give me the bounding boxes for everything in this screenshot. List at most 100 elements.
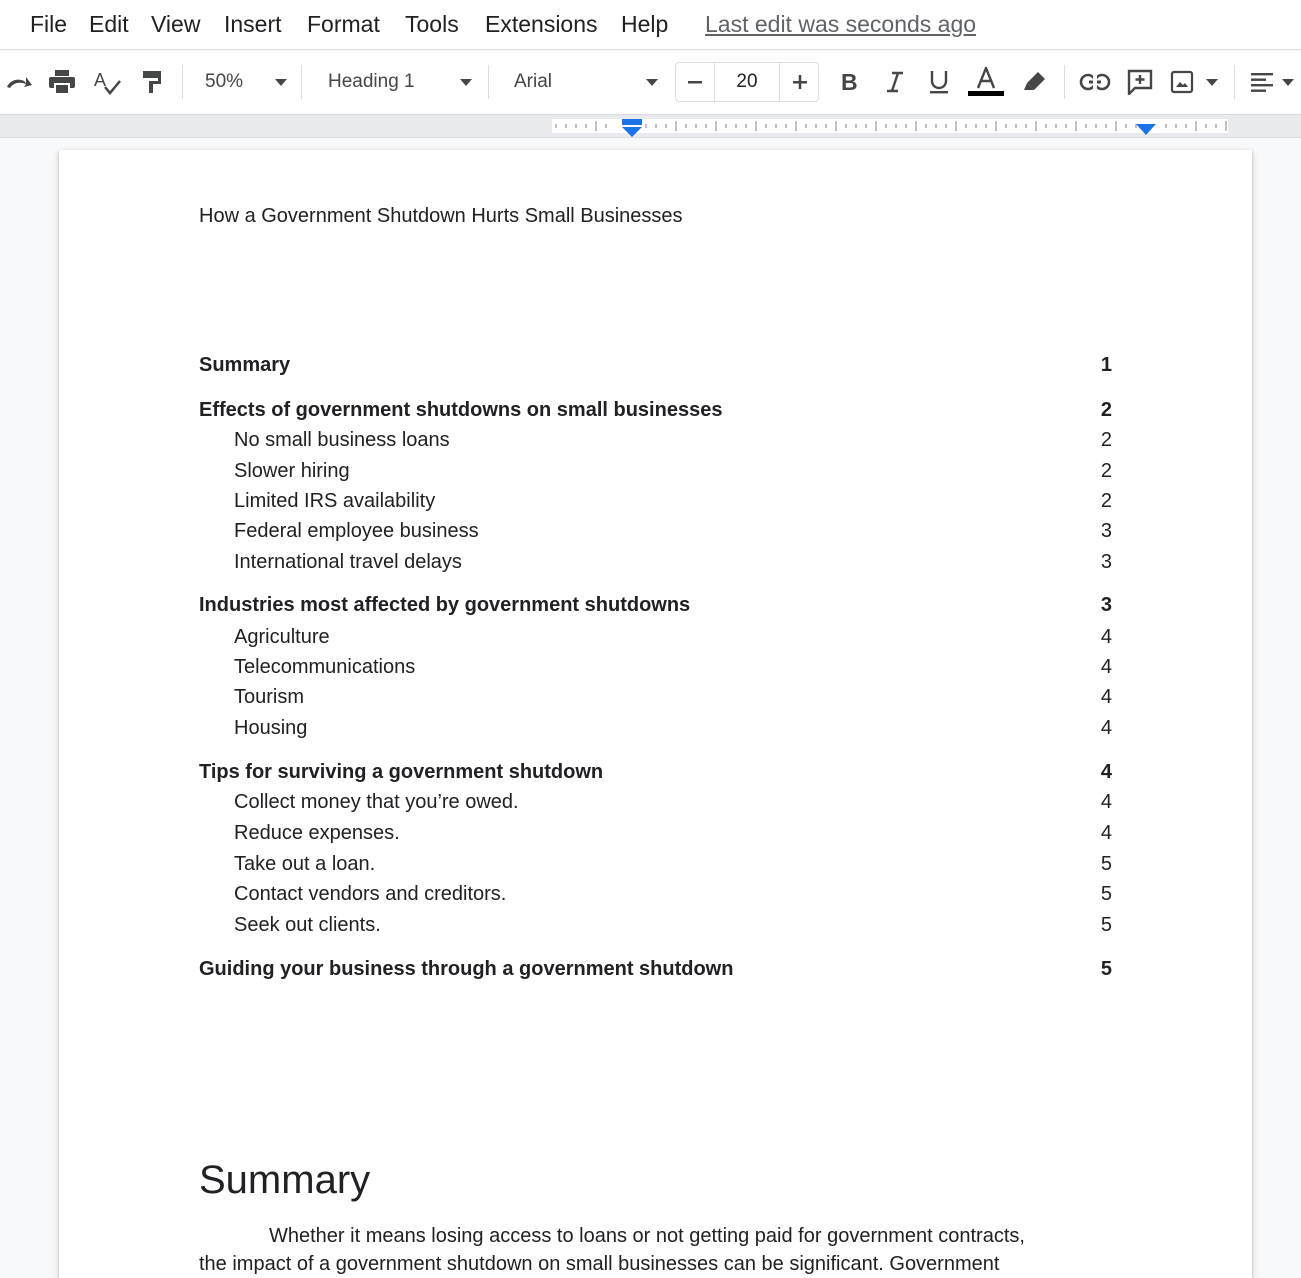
zoom-value: 50% (205, 71, 244, 92)
toc-entry[interactable]: Seek out clients. 5 (199, 912, 1112, 938)
toc-entry[interactable]: Agriculture 4 (199, 624, 1112, 650)
menu-tools[interactable]: Tools (405, 11, 459, 38)
toc-entry[interactable]: Take out a loan. 5 (199, 851, 1112, 877)
right-indent-marker[interactable] (1135, 123, 1157, 137)
toc-entry[interactable]: Reduce expenses. 4 (199, 820, 1112, 846)
print-icon (49, 70, 75, 95)
paint-format-button[interactable] (137, 63, 167, 101)
toc-entry[interactable]: Contact vendors and creditors. 5 (199, 881, 1112, 907)
body-line: Whether it means losing access to loans … (269, 1225, 1025, 1247)
menu-file[interactable]: File (30, 11, 67, 38)
body-line: the impact of a government shutdown on s… (199, 1253, 1000, 1275)
zoom-select[interactable]: 50% (195, 63, 293, 101)
menu-format[interactable]: Format (307, 11, 380, 38)
toc-entry-page: 5 (1100, 913, 1112, 936)
toolbar-separator (1234, 65, 1235, 99)
toc-entry[interactable]: Summary 1 (199, 352, 1112, 378)
toc-entry[interactable]: Industries most affected by government s… (199, 592, 1112, 618)
bold-button[interactable]: B (832, 63, 866, 101)
bold-icon: B (841, 70, 858, 94)
toc-entry[interactable]: Tips for surviving a government shutdown… (199, 759, 1112, 785)
toc-entry-title: Housing (234, 716, 308, 739)
menu-bar: File Edit View Insert Format Tools Exten… (0, 0, 1301, 50)
chevron-down-icon (275, 78, 287, 86)
font-family-select[interactable]: Arial (502, 63, 664, 101)
toc-entry[interactable]: Slower hiring 2 (199, 458, 1112, 484)
ruler-ticks (555, 121, 1227, 131)
paragraph-style-value: Heading 1 (328, 71, 415, 92)
toc-entry-title: Federal employee business (234, 519, 479, 542)
underline-button[interactable] (922, 63, 956, 101)
increase-font-size-button[interactable] (781, 63, 818, 101)
toc-entry[interactable]: Limited IRS availability 2 (199, 488, 1112, 514)
section-heading: Summary (199, 1158, 371, 1202)
toc-entry-title: Tourism (234, 685, 305, 708)
toc-entry-page: 3 (1100, 593, 1112, 616)
align-button[interactable] (1246, 63, 1298, 101)
toc-entry-page: 2 (1100, 489, 1112, 512)
toc-entry-title: Effects of government shutdowns on small… (199, 398, 723, 421)
toc-entry-title: Take out a loan. (234, 852, 376, 875)
toc-entry-title: Reduce expenses. (234, 821, 400, 844)
align-left-icon (1251, 73, 1273, 92)
insert-image-button[interactable] (1166, 63, 1222, 101)
insert-link-button[interactable] (1076, 63, 1114, 101)
toc-entry-page: 4 (1100, 625, 1112, 648)
italic-button[interactable] (878, 63, 912, 101)
left-indent-marker[interactable] (620, 117, 644, 139)
plus-icon (792, 75, 807, 89)
link-icon (1079, 73, 1111, 91)
body-paragraph: Whether it means losing access to loans … (199, 1222, 1099, 1278)
toc-entry-page: 5 (1100, 852, 1112, 875)
toc-entry-title: International travel delays (234, 550, 462, 573)
menu-view[interactable]: View (151, 11, 200, 38)
toc-entry-page: 3 (1100, 550, 1112, 573)
menu-edit[interactable]: Edit (89, 11, 129, 38)
print-button[interactable] (45, 63, 79, 101)
toc-entry[interactable]: Guiding your business through a governme… (199, 956, 1112, 982)
menu-help[interactable]: Help (621, 11, 668, 38)
toc-entry[interactable]: Federal employee business 3 (199, 518, 1112, 544)
text-color-button[interactable] (966, 60, 1006, 102)
toc-entry[interactable]: Tourism 4 (199, 684, 1112, 710)
toc-entry-page: 4 (1100, 821, 1112, 844)
toc-entry[interactable]: International travel delays 3 (199, 549, 1112, 575)
spellcheck-button[interactable]: A (90, 63, 124, 101)
redo-button[interactable] (2, 63, 36, 101)
add-comment-button[interactable] (1122, 63, 1158, 101)
toc-entry-page: 4 (1100, 716, 1112, 739)
toc-entry-title: Tips for surviving a government shutdown (199, 760, 604, 783)
paragraph-style-select[interactable]: Heading 1 (316, 63, 478, 101)
font-size-input[interactable] (714, 62, 780, 102)
toc-entry[interactable]: Effects of government shutdowns on small… (199, 397, 1112, 423)
toc-entry[interactable]: Telecommunications 4 (199, 654, 1112, 680)
last-edit-link[interactable]: Last edit was seconds ago (705, 11, 976, 38)
menu-insert[interactable]: Insert (224, 11, 282, 38)
toc-entry[interactable]: Housing 4 (199, 715, 1112, 741)
toc-entry-title: Guiding your business through a governme… (199, 957, 734, 980)
toc-entry-title: Seek out clients. (234, 913, 381, 936)
chevron-down-icon (460, 78, 472, 86)
toc-entry[interactable]: Collect money that you’re owed. 4 (199, 789, 1112, 815)
svg-text:B: B (841, 70, 858, 94)
toc-entry[interactable]: No small business loans 2 (199, 427, 1112, 453)
italic-icon (887, 71, 903, 93)
toc-entry-page: 4 (1100, 790, 1112, 813)
chevron-down-icon (1206, 78, 1218, 86)
document-page[interactable]: How a Government Shutdown Hurts Small Bu… (59, 150, 1252, 1278)
toc-entry-title: Contact vendors and creditors. (234, 882, 507, 905)
toc-entry-title: No small business loans (234, 428, 450, 451)
toolbar-separator (1064, 65, 1065, 99)
toc-entry-page: 5 (1100, 957, 1112, 980)
ruler (0, 114, 1301, 138)
decrease-font-size-button[interactable] (676, 63, 713, 101)
toc-entry-page: 1 (1100, 353, 1112, 376)
menu-extensions[interactable]: Extensions (485, 11, 598, 38)
chevron-down-icon (646, 78, 658, 86)
highlighter-icon (1024, 72, 1045, 90)
highlight-color-button[interactable] (1016, 63, 1052, 101)
toolbar-separator (488, 65, 489, 99)
toc-entry-page: 3 (1100, 519, 1112, 542)
toc-entry-page: 2 (1100, 428, 1112, 451)
toc-entry-page: 2 (1100, 459, 1112, 482)
